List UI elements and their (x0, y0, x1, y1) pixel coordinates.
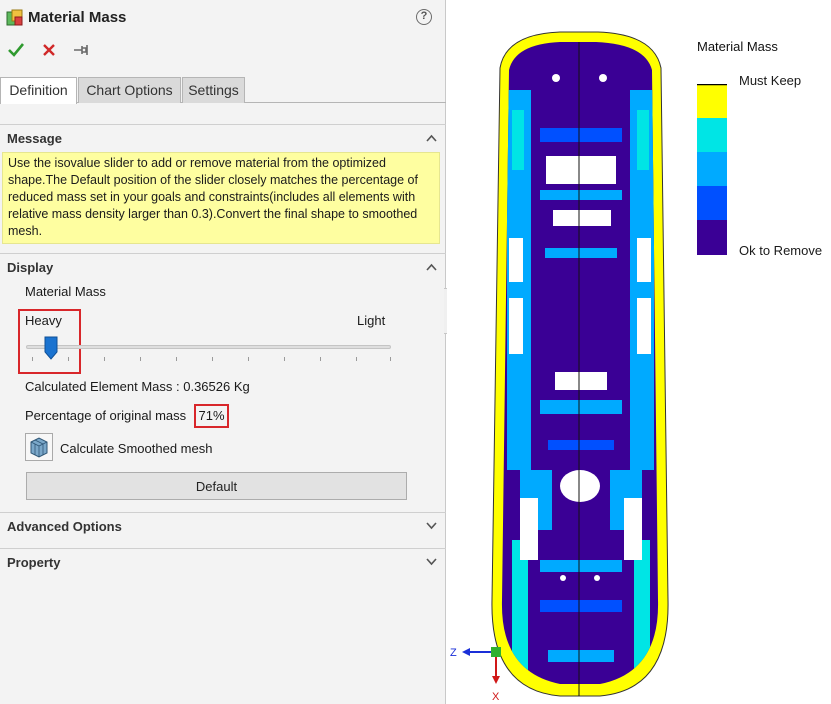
percentage-label: Percentage of original mass (25, 408, 187, 423)
slider-tick (104, 357, 105, 361)
section-title: Display (7, 260, 54, 275)
check-icon[interactable] (7, 41, 25, 59)
slider-tick (390, 357, 391, 361)
section-title: Message (7, 131, 62, 146)
display-section-header[interactable]: Display (0, 253, 446, 281)
tab-bar: Definition Chart Options Settings (0, 77, 446, 104)
slider-tick (248, 357, 249, 361)
isovalue-slider-track[interactable] (26, 345, 391, 349)
default-button[interactable]: Default (26, 472, 407, 500)
panel-title: Material Mass (28, 9, 127, 26)
orientation-triad: Z X (450, 647, 501, 703)
message-section-header[interactable]: Message (0, 124, 446, 152)
legend-ok-to-remove: Ok to Remove (739, 243, 823, 258)
slider-tick (284, 357, 285, 361)
slider-tick (356, 357, 357, 361)
triad-z-label: Z (450, 647, 457, 659)
slider-tick (212, 357, 213, 361)
smoothed-mesh-icon[interactable] (25, 433, 53, 461)
calculated-mass-text: Calculated Element Mass : 0.36526 Kg (25, 379, 250, 394)
slider-tick (176, 357, 177, 361)
legend-must-keep: Must Keep (739, 73, 802, 88)
isovalue-slider-thumb[interactable] (44, 336, 58, 360)
panel-header: Material Mass ? (0, 0, 446, 36)
tab-chart-options[interactable]: Chart Options (78, 77, 181, 103)
material-mass-label: Material Mass (25, 284, 106, 299)
slider-tick (32, 357, 33, 361)
advanced-options-header[interactable]: Advanced Options (0, 512, 446, 540)
material-mass-icon (6, 9, 23, 26)
help-icon[interactable]: ? (416, 9, 432, 25)
property-manager-panel: Material Mass ? Definition Chart Options… (0, 0, 446, 704)
slider-tick (320, 357, 321, 361)
slider-tick (140, 357, 141, 361)
legend-title: Material Mass (697, 39, 778, 54)
percentage-value: 71% (194, 404, 229, 428)
legend-color-bar (697, 84, 727, 255)
tab-definition[interactable]: Definition (0, 77, 77, 104)
slider-tick (68, 357, 69, 361)
triad-x-label: X (492, 691, 500, 703)
calculate-smoothed-mesh-label[interactable]: Calculate Smoothed mesh (60, 441, 212, 456)
message-text: Use the isovalue slider to add or remove… (2, 152, 440, 244)
pushpin-icon[interactable] (72, 41, 90, 59)
chevron-up-icon[interactable] (426, 134, 437, 142)
tab-settings[interactable]: Settings (182, 77, 245, 103)
chevron-down-icon[interactable] (426, 558, 437, 566)
section-title: Advanced Options (7, 519, 122, 534)
action-buttons (0, 38, 446, 64)
chevron-down-icon[interactable] (426, 522, 437, 530)
chevron-up-icon[interactable] (426, 263, 437, 271)
slider-light-label: Light (357, 313, 386, 328)
x-icon[interactable] (40, 41, 58, 59)
section-title: Property (7, 555, 61, 570)
property-header[interactable]: Property (0, 548, 446, 576)
topology-result-plot (491, 31, 669, 697)
